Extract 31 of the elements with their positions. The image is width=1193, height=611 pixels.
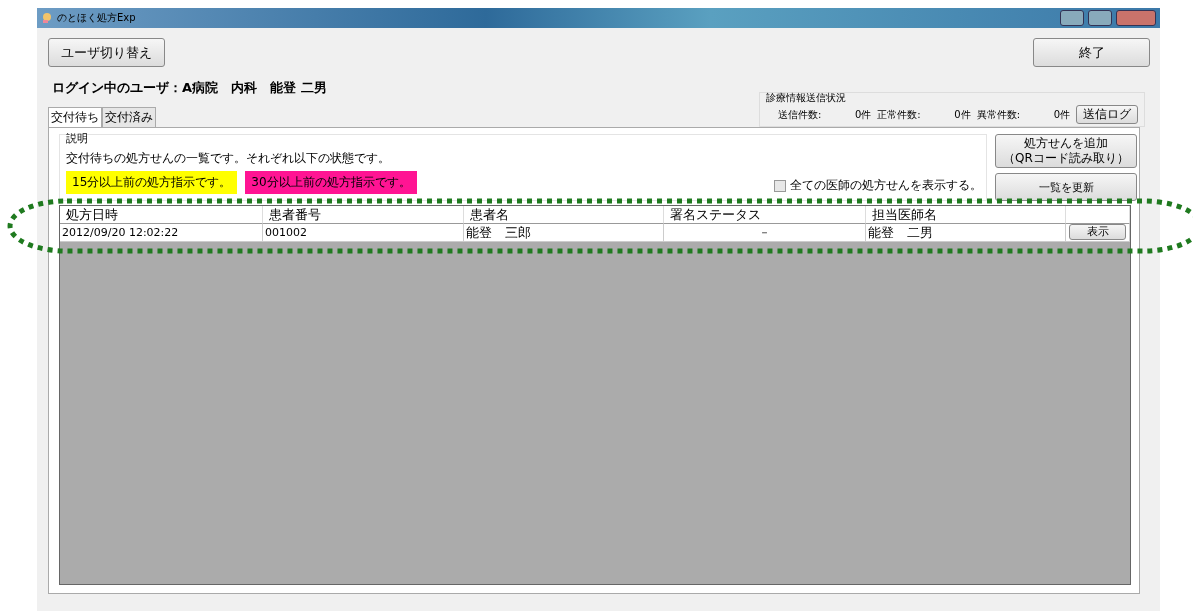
send-log-button[interactable]: 送信ログ xyxy=(1076,105,1138,124)
status-label: 正常件数: xyxy=(877,107,921,122)
maximize-button[interactable] xyxy=(1088,10,1112,26)
status-label: 異常件数: xyxy=(976,107,1020,122)
minimize-button[interactable] xyxy=(1060,10,1084,26)
description-title: 説明 xyxy=(66,131,89,146)
exit-button[interactable]: 終了 xyxy=(1033,38,1150,67)
refresh-list-button[interactable]: 一覧を更新 xyxy=(995,173,1137,201)
window-title: のとほく処方Exp xyxy=(57,11,136,25)
close-button[interactable] xyxy=(1116,10,1156,26)
table-cell: 能登 二男 xyxy=(866,224,1066,242)
table-cell: 001002 xyxy=(263,224,464,242)
show-button[interactable]: 表示 xyxy=(1069,224,1126,240)
tab[interactable]: 交付待ち xyxy=(48,107,102,127)
status-count: 0件 xyxy=(1052,107,1070,122)
table-cell: － xyxy=(664,224,866,242)
status-count: 0件 xyxy=(953,107,971,122)
description-text: 交付待ちの処方せんの一覧です。それぞれ以下の状態です。 xyxy=(66,150,391,167)
show-all-doctors-checkbox[interactable]: 全ての医師の処方せんを表示する。 xyxy=(774,177,982,194)
status-count: 0件 xyxy=(853,107,872,122)
switch-user-button[interactable]: ユーザ切り替え xyxy=(48,38,165,67)
status-label: 送信件数: xyxy=(777,107,822,122)
send-status-title: 診療情報送信状況 xyxy=(765,91,847,105)
tab[interactable]: 交付済み xyxy=(102,107,156,127)
add-prescription-button[interactable]: 処方せんを追加 （QRコード読み取り） xyxy=(995,134,1137,168)
login-user-label: ログイン中のユーザ：A病院 内科 能登 二男 xyxy=(52,79,328,97)
legend-label: 30分以上前の処方指示です。 xyxy=(245,171,417,194)
table-cell: 2012/09/20 12:02:22 xyxy=(60,224,263,242)
app-icon xyxy=(41,12,53,24)
legend-label: 15分以上前の処方指示です。 xyxy=(66,171,238,194)
table-cell: 能登 三郎 xyxy=(464,224,664,242)
